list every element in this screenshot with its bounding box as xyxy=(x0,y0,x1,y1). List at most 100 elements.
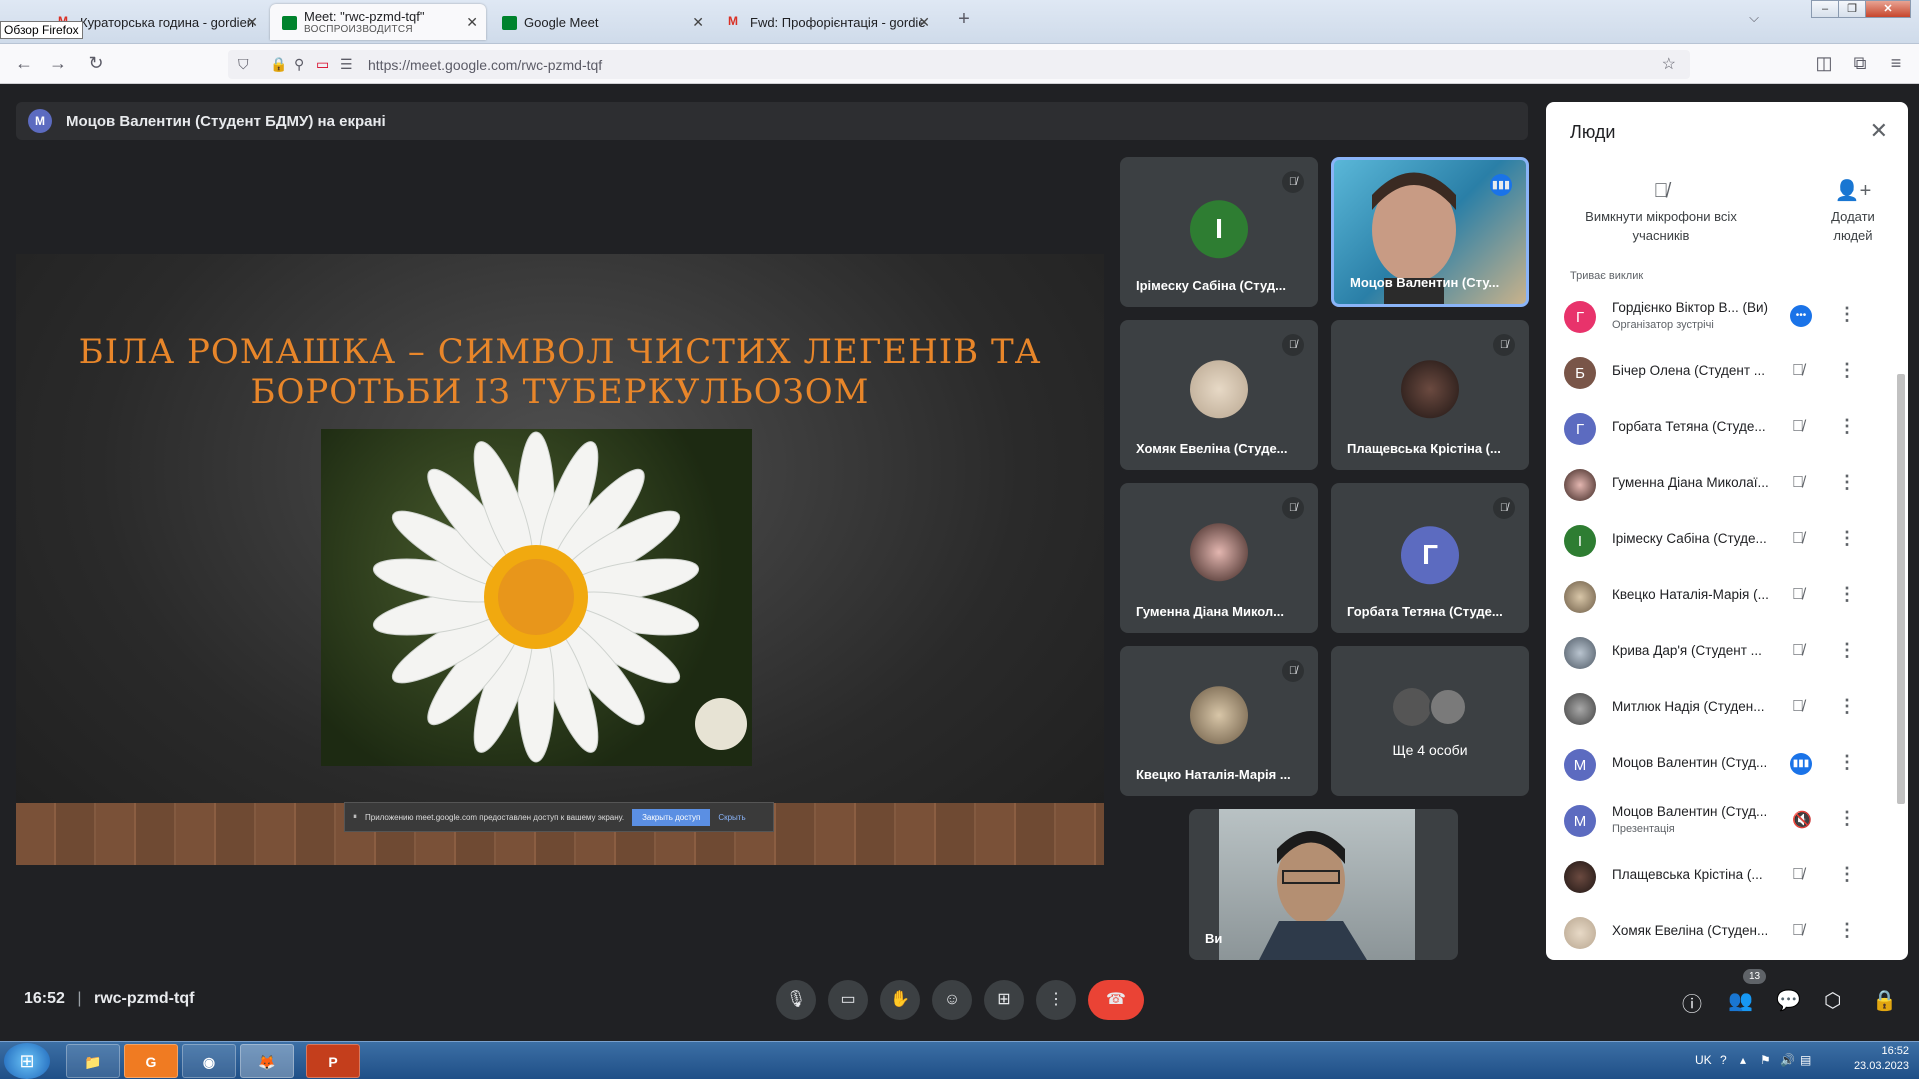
microphone-button[interactable]: 🎙 xyxy=(776,980,816,1020)
close-tab-icon[interactable]: ✕ xyxy=(918,14,930,31)
url-bar[interactable]: ⛉ 🔒 ⚲ ▭ ☰ https://meet.google.com/rwc-pz… xyxy=(228,50,1690,79)
kebab-menu-icon[interactable]: ⋮ xyxy=(1838,528,1856,549)
lock-icon[interactable]: 🔒 xyxy=(270,56,287,73)
camera-button[interactable]: ▭ xyxy=(828,980,868,1020)
maximize-button[interactable]: ❐ xyxy=(1838,0,1866,18)
reactions-button[interactable]: ☺ xyxy=(932,980,972,1020)
pdf-app-icon[interactable]: G xyxy=(124,1044,178,1078)
people-icon[interactable]: 👥 xyxy=(1728,988,1753,1013)
kebab-menu-icon[interactable]: ⋮ xyxy=(1838,808,1856,829)
participant-tile-speaking[interactable]: ▮▮▮ Моцов Валентин (Сту... xyxy=(1331,157,1529,307)
forward-icon[interactable]: → xyxy=(46,53,70,74)
tray-clock[interactable]: 16:52 23.03.2023 xyxy=(1854,1044,1909,1074)
mic-off-icon[interactable]: 🎙̸ xyxy=(1792,418,1804,436)
list-item[interactable]: Гуменна Діана Миколаї... 🎙̸ ⋮ xyxy=(1546,456,1894,512)
reader-icon[interactable]: ☰ xyxy=(340,56,353,73)
participant-tile[interactable]: 🎙̸ Плащевська Крістіна (... xyxy=(1331,320,1529,470)
close-tab-icon[interactable]: ✕ xyxy=(466,14,478,31)
flag-icon[interactable]: ⚑ xyxy=(1760,1053,1771,1067)
volume-icon[interactable]: 🔊 xyxy=(1780,1053,1795,1067)
help-icon[interactable]: ? xyxy=(1720,1053,1727,1067)
scrollbar-thumb[interactable] xyxy=(1897,374,1905,804)
list-item[interactable]: Крива Дар'я (Студент ... 🎙̸ ⋮ xyxy=(1546,624,1894,680)
participant-tile[interactable]: 🎙̸ Хомяк Евеліна (Студе... xyxy=(1120,320,1318,470)
more-participants-tile[interactable]: Ще 4 особи xyxy=(1331,646,1529,796)
bookmark-star-icon[interactable]: ☆ xyxy=(1662,54,1676,74)
permissions-icon[interactable]: ⚲ xyxy=(294,56,304,73)
list-item[interactable]: Б Бічер Олена (Студент ... 🎙̸ ⋮ xyxy=(1546,344,1894,400)
kebab-menu-icon[interactable]: ⋮ xyxy=(1838,920,1856,941)
mic-off-icon[interactable]: 🎙̸ xyxy=(1792,642,1804,660)
list-item[interactable]: Плащевська Крістіна (... 🎙̸ ⋮ xyxy=(1546,848,1894,904)
mic-off-icon[interactable]: 🎙̸ xyxy=(1792,474,1804,492)
stop-sharing-button[interactable]: Закрыть доступ xyxy=(632,808,711,826)
list-item[interactable]: Г Горбата Тетяна (Студе... 🎙̸ ⋮ xyxy=(1546,400,1894,456)
reload-icon[interactable]: ↻ xyxy=(84,53,108,74)
kebab-menu-icon[interactable]: ⋮ xyxy=(1838,864,1856,885)
kebab-menu-icon[interactable]: ⋮ xyxy=(1838,752,1856,773)
tab-google-meet[interactable]: Google Meet ✕ xyxy=(490,4,712,40)
more-options-button[interactable]: ⋮ xyxy=(1036,980,1076,1020)
shield-icon[interactable]: ⛉ xyxy=(238,56,249,73)
powerpoint-icon[interactable]: P xyxy=(306,1044,360,1078)
volume-off-icon[interactable]: 🔇 xyxy=(1792,810,1812,830)
window-close-button[interactable]: ✕ xyxy=(1865,0,1911,18)
network-icon[interactable]: ▤ xyxy=(1800,1053,1811,1067)
mic-off-icon[interactable]: 🎙̸ xyxy=(1792,530,1804,548)
list-item[interactable]: І Ірімеску Сабіна (Студе... 🎙̸ ⋮ xyxy=(1546,512,1894,568)
mic-off-icon[interactable]: 🎙̸ xyxy=(1792,586,1804,604)
kebab-menu-icon[interactable]: ⋮ xyxy=(1838,584,1856,605)
chrome-icon[interactable]: ◉ xyxy=(182,1044,236,1078)
leave-call-button[interactable]: ☎ xyxy=(1088,980,1144,1020)
mic-off-icon[interactable]: 🎙̸ xyxy=(1792,362,1804,380)
speaking-indicator-icon[interactable]: ▮▮▮ xyxy=(1790,753,1812,775)
participant-tile[interactable]: 🎙̸ Г Горбата Тетяна (Студе... xyxy=(1331,483,1529,633)
list-item[interactable]: Хомяк Евеліна (Студен... 🎙̸ ⋮ xyxy=(1546,904,1894,960)
present-button[interactable]: ⊞ xyxy=(984,980,1024,1020)
list-item[interactable]: М Моцов Валентин (Студ... ▮▮▮ ⋮ xyxy=(1546,736,1894,792)
tray-arrow-icon[interactable]: ▴ xyxy=(1740,1053,1746,1067)
start-button[interactable]: ⊞ xyxy=(4,1043,50,1079)
list-item[interactable]: Г Гордієнко Віктор В... (Ви) Організатор… xyxy=(1546,288,1894,344)
kebab-menu-icon[interactable]: ⋮ xyxy=(1838,640,1856,661)
kebab-menu-icon[interactable]: ⋮ xyxy=(1838,416,1856,437)
raise-hand-button[interactable]: ✋ xyxy=(880,980,920,1020)
list-item[interactable]: Митлюк Надія (Студен... 🎙̸ ⋮ xyxy=(1546,680,1894,736)
participant-tile[interactable]: 🎙̸ І Ірімеску Сабіна (Студ... xyxy=(1120,157,1318,307)
close-panel-icon[interactable]: ✕ xyxy=(1870,118,1888,144)
kebab-menu-icon[interactable]: ⋮ xyxy=(1838,360,1856,381)
participant-tile[interactable]: 🎙̸ Гуменна Діана Микол... xyxy=(1120,483,1318,633)
back-icon[interactable]: ← xyxy=(12,53,36,74)
list-tabs-icon[interactable]: ⌵ xyxy=(1742,10,1766,26)
camera-sharing-icon[interactable]: ▭ xyxy=(316,56,329,73)
new-tab-button[interactable]: + xyxy=(952,8,976,31)
tab-meet-active[interactable]: Meet: "rwc-pzmd-tqf" ВОСПРОИЗВОДИТСЯ ✕ xyxy=(270,4,486,40)
add-people-button[interactable]: 👤+ Додати людей xyxy=(1810,181,1896,245)
hide-notice-link[interactable]: Скрыть xyxy=(718,813,745,822)
menu-icon[interactable]: ≡ xyxy=(1884,53,1908,74)
self-view-tile[interactable]: Ви xyxy=(1189,809,1458,960)
info-icon[interactable]: ⓘ xyxy=(1682,988,1702,1017)
more-options-dot-icon[interactable]: ••• xyxy=(1790,305,1812,327)
people-scrollbar[interactable] xyxy=(1896,274,1906,954)
explorer-icon[interactable]: 📁 xyxy=(66,1044,120,1078)
list-item[interactable]: М Моцов Валентин (Студ... Презентація 🔇 … xyxy=(1546,792,1894,848)
mute-all-button[interactable]: 🎙̸ Вимкнути мікрофони всіх учасників xyxy=(1574,181,1748,245)
pocket-icon[interactable]: ◫ xyxy=(1812,53,1836,74)
firefox-icon[interactable]: 🦊 xyxy=(240,1044,294,1078)
mic-off-icon[interactable]: 🎙̸ xyxy=(1792,866,1804,884)
kebab-menu-icon[interactable]: ⋮ xyxy=(1838,304,1856,325)
close-tab-icon[interactable]: ✕ xyxy=(246,14,258,31)
mic-off-icon[interactable]: 🎙̸ xyxy=(1792,698,1804,716)
activities-icon[interactable]: ⬡ xyxy=(1824,988,1841,1013)
mic-off-icon[interactable]: 🎙̸ xyxy=(1792,922,1804,940)
kebab-menu-icon[interactable]: ⋮ xyxy=(1838,696,1856,717)
chat-icon[interactable]: 💬 xyxy=(1776,988,1801,1013)
minimize-button[interactable]: – xyxy=(1811,0,1839,18)
extensions-icon[interactable]: ⧉ xyxy=(1848,53,1872,74)
participant-tile[interactable]: 🎙̸ Квецко Наталія-Марія ... xyxy=(1120,646,1318,796)
host-controls-icon[interactable]: 🔒 xyxy=(1872,988,1897,1013)
list-item[interactable]: Квецко Наталія-Марія (... 🎙̸ ⋮ xyxy=(1546,568,1894,624)
close-tab-icon[interactable]: ✕ xyxy=(692,14,704,31)
language-indicator[interactable]: UK xyxy=(1695,1053,1712,1067)
